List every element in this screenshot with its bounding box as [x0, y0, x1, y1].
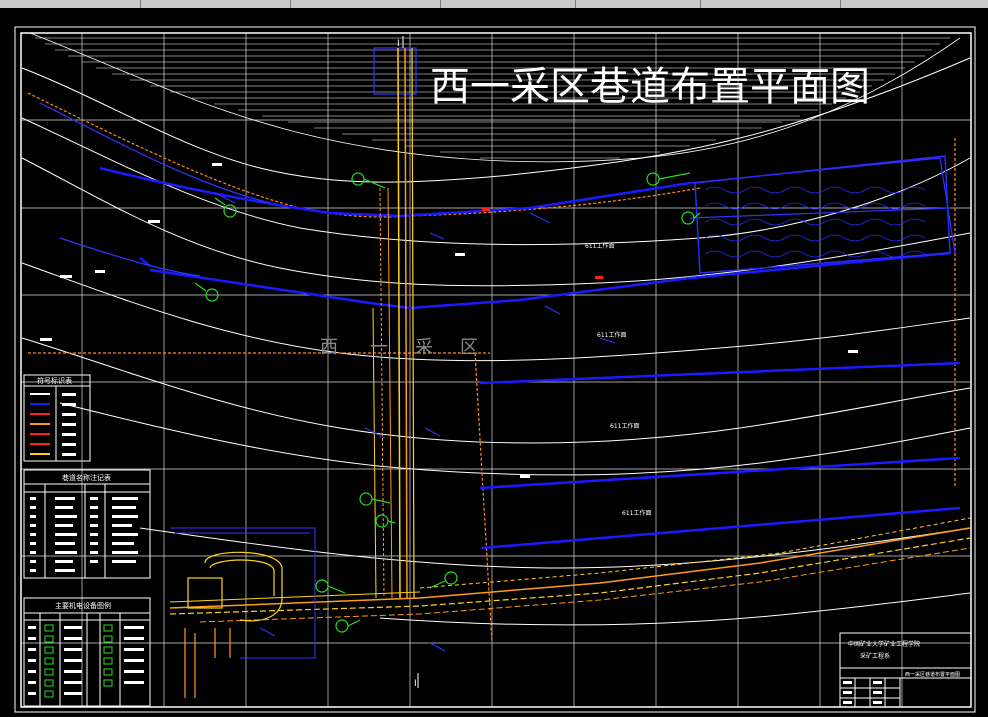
- symbol-table-texts: [62, 393, 76, 456]
- equipment-table: [23, 597, 151, 707]
- workface-label-1: 611工作面: [585, 242, 614, 250]
- section-mark-bottom: I: [414, 679, 417, 689]
- area-watermark-char-4: 区: [460, 337, 478, 358]
- title-block-org: 中国矿业大学矿业工程学院: [848, 640, 920, 648]
- pit-bottom: [184, 551, 283, 698]
- title-block-dept: 采矿工程系: [860, 652, 890, 660]
- cad-drawing-canvas[interactable]: 西一采区巷道布置平面图 西 一 采 区 611工作面 611工作面 611工作面…: [0, 8, 988, 717]
- drawing-svg: 西一采区巷道布置平面图 西 一 采 区 611工作面 611工作面 611工作面…: [14, 26, 976, 713]
- equipment-table-title: 主要机电设备图例: [55, 601, 111, 610]
- title-block-drawing-name: 西一采区巷道布置平面图: [905, 671, 960, 678]
- window-top-bar: [0, 0, 988, 8]
- section-mark-top: I: [397, 39, 400, 49]
- roadway-name-table-rows: [30, 497, 138, 572]
- symbol-table-title: 符号标识表: [37, 376, 72, 385]
- area-watermark-char-1: 西: [320, 337, 338, 358]
- title-block-fill: [843, 681, 882, 704]
- workface-label-2: 611工作面: [597, 331, 626, 339]
- contour-value-labels: [40, 163, 858, 478]
- drawing-title: 西一采区巷道布置平面图: [430, 64, 870, 110]
- symbol-table-swatches: [30, 393, 50, 455]
- workface-label-4: 611工作面: [622, 509, 651, 517]
- goaf-area: [694, 155, 951, 274]
- roadways-blue: [99, 166, 961, 550]
- symbol-table: [23, 374, 91, 462]
- blue-tick-marks: [214, 192, 616, 652]
- area-watermark-char-3: 采: [415, 337, 433, 358]
- workface-label-3: 611工作面: [610, 422, 639, 430]
- green-annotations: [194, 172, 701, 633]
- area-watermark-char-2: 一: [370, 337, 388, 358]
- lower-blue-outline: [170, 527, 316, 659]
- roadway-table-title: 巷道名称注记表: [62, 473, 111, 482]
- haulage-roadways: [169, 517, 971, 623]
